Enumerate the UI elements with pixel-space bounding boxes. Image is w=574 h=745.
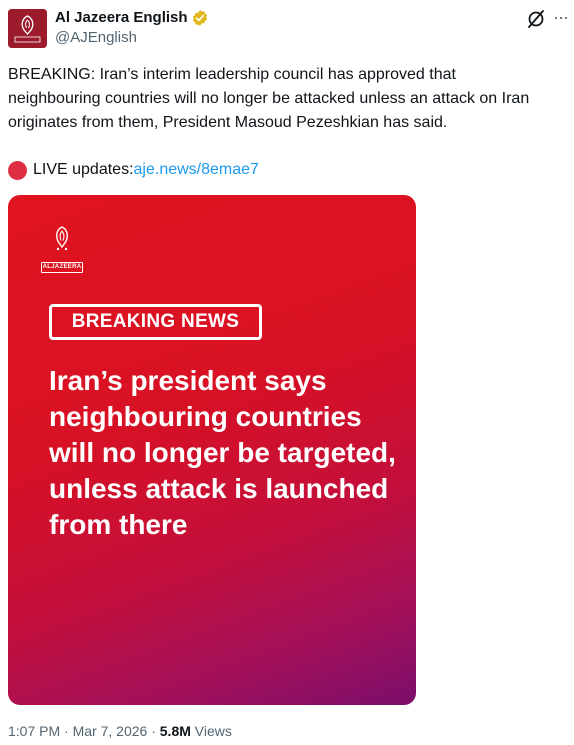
tweet-date[interactable]: Mar 7, 2026 <box>73 723 148 739</box>
views-count: 5.8M <box>159 723 191 739</box>
live-updates-label: LIVE updates: <box>33 161 134 178</box>
card-headline: Iran’s president says neighbouring count… <box>49 365 396 540</box>
name-row: Al Jazeera English <box>55 8 209 27</box>
aljazeera-logo-icon <box>8 9 47 48</box>
display-name[interactable]: Al Jazeera English <box>55 9 188 26</box>
meta-separator: · <box>60 723 73 739</box>
verified-badge-icon[interactable] <box>191 9 209 27</box>
views-label: Views <box>190 723 232 739</box>
breaking-news-badge: BREAKING NEWS <box>49 304 262 340</box>
more-options-icon[interactable]: ··· <box>553 6 571 28</box>
tweet-media-card[interactable]: ALJAZEERA BREAKING NEWS Iran’s president… <box>8 195 416 705</box>
tweet-time[interactable]: 1:07 PM <box>8 723 60 739</box>
card-logo-text: ALJAZEERA <box>41 262 83 273</box>
account-avatar[interactable] <box>8 9 47 48</box>
live-updates-link[interactable]: aje.news/8emae7 <box>134 158 259 182</box>
meta-separator: · <box>147 723 160 739</box>
aljazeera-logo-icon <box>56 226 68 251</box>
tweet-meta: 1:07 PM · Mar 7, 2026 · 5.8M Views <box>8 723 232 739</box>
grok-icon[interactable] <box>525 8 547 30</box>
account-handle[interactable]: @AJEnglish <box>55 29 137 46</box>
card-logo: ALJAZEERA <box>41 225 83 273</box>
tweet-text: BREAKING: Iran’s interim leadership coun… <box>8 66 530 131</box>
red-circle-icon <box>8 160 27 180</box>
live-updates-line: LIVE updates: aje.news/8emae7 <box>8 158 259 182</box>
